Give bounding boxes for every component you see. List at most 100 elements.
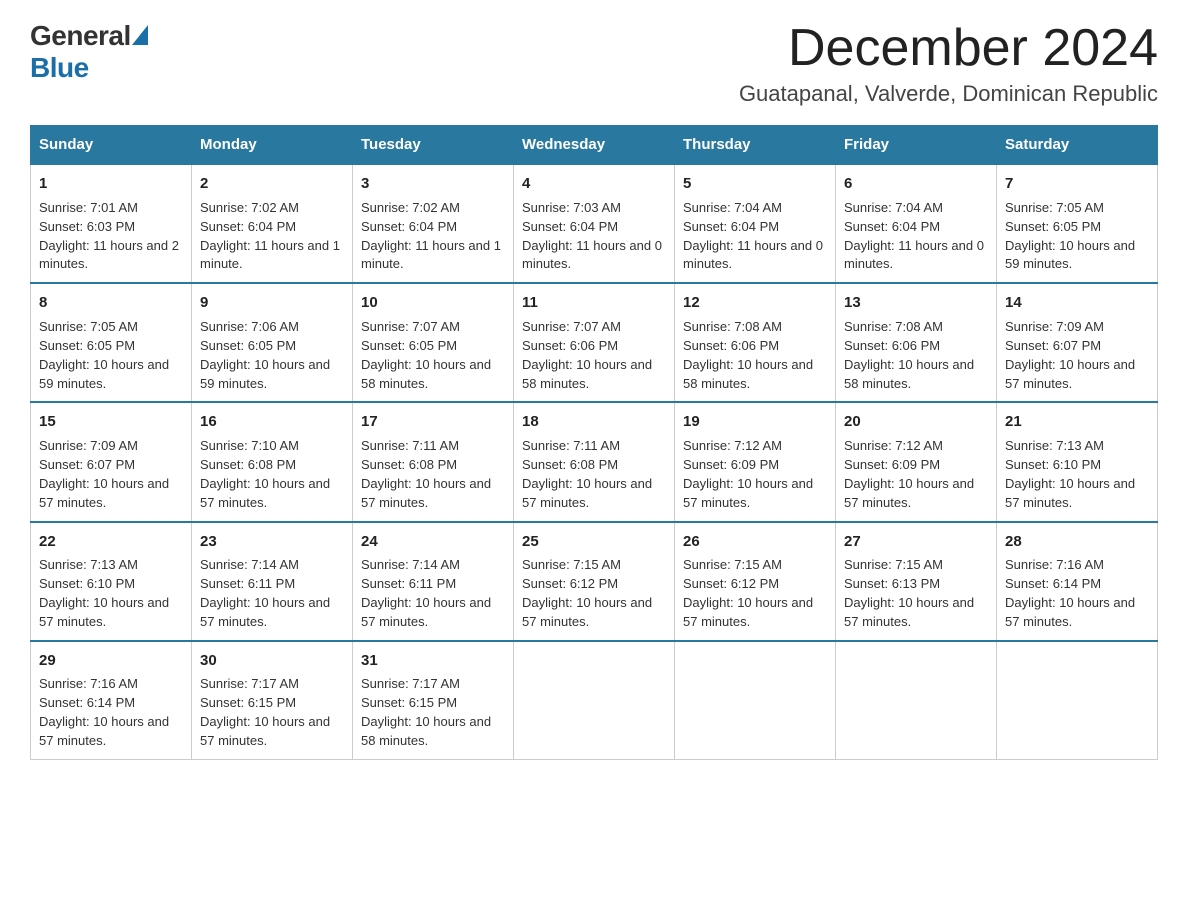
daylight-text: Daylight: 10 hours and 59 minutes. bbox=[200, 357, 330, 391]
daylight-text: Daylight: 10 hours and 57 minutes. bbox=[844, 476, 974, 510]
day-number: 6 bbox=[844, 173, 988, 195]
logo: General Blue bbox=[30, 20, 148, 84]
sunrise-text: Sunrise: 7:16 AM bbox=[1005, 557, 1104, 572]
sunrise-text: Sunrise: 7:17 AM bbox=[361, 676, 460, 691]
calendar-cell: 13Sunrise: 7:08 AMSunset: 6:06 PMDayligh… bbox=[836, 283, 997, 402]
calendar-cell: 23Sunrise: 7:14 AMSunset: 6:11 PMDayligh… bbox=[192, 522, 353, 641]
header-thursday: Thursday bbox=[675, 126, 836, 165]
sunset-text: Sunset: 6:03 PM bbox=[39, 219, 135, 234]
sunset-text: Sunset: 6:10 PM bbox=[39, 576, 135, 591]
calendar-cell: 25Sunrise: 7:15 AMSunset: 6:12 PMDayligh… bbox=[514, 522, 675, 641]
day-number: 1 bbox=[39, 173, 183, 195]
sunrise-text: Sunrise: 7:03 AM bbox=[522, 200, 621, 215]
sunrise-text: Sunrise: 7:04 AM bbox=[844, 200, 943, 215]
sunset-text: Sunset: 6:08 PM bbox=[522, 457, 618, 472]
daylight-text: Daylight: 11 hours and 0 minutes. bbox=[844, 238, 984, 272]
day-number: 28 bbox=[1005, 531, 1149, 553]
daylight-text: Daylight: 10 hours and 57 minutes. bbox=[844, 595, 974, 629]
day-number: 24 bbox=[361, 531, 505, 553]
sunrise-text: Sunrise: 7:17 AM bbox=[200, 676, 299, 691]
calendar-cell: 15Sunrise: 7:09 AMSunset: 6:07 PMDayligh… bbox=[31, 402, 192, 521]
sunrise-text: Sunrise: 7:16 AM bbox=[39, 676, 138, 691]
calendar-cell bbox=[997, 641, 1158, 760]
sunset-text: Sunset: 6:04 PM bbox=[522, 219, 618, 234]
day-number: 12 bbox=[683, 292, 827, 314]
sunset-text: Sunset: 6:15 PM bbox=[361, 695, 457, 710]
daylight-text: Daylight: 10 hours and 57 minutes. bbox=[39, 595, 169, 629]
day-number: 31 bbox=[361, 650, 505, 672]
sunrise-text: Sunrise: 7:09 AM bbox=[39, 438, 138, 453]
sunset-text: Sunset: 6:05 PM bbox=[39, 338, 135, 353]
day-number: 19 bbox=[683, 411, 827, 433]
sunrise-text: Sunrise: 7:09 AM bbox=[1005, 319, 1104, 334]
daylight-text: Daylight: 10 hours and 57 minutes. bbox=[200, 595, 330, 629]
location-title: Guatapanal, Valverde, Dominican Republic bbox=[739, 81, 1158, 107]
calendar-cell: 27Sunrise: 7:15 AMSunset: 6:13 PMDayligh… bbox=[836, 522, 997, 641]
sunset-text: Sunset: 6:13 PM bbox=[844, 576, 940, 591]
daylight-text: Daylight: 10 hours and 57 minutes. bbox=[361, 595, 491, 629]
sunset-text: Sunset: 6:07 PM bbox=[1005, 338, 1101, 353]
daylight-text: Daylight: 10 hours and 57 minutes. bbox=[522, 595, 652, 629]
daylight-text: Daylight: 10 hours and 58 minutes. bbox=[844, 357, 974, 391]
calendar-cell: 10Sunrise: 7:07 AMSunset: 6:05 PMDayligh… bbox=[353, 283, 514, 402]
day-number: 10 bbox=[361, 292, 505, 314]
sunset-text: Sunset: 6:09 PM bbox=[683, 457, 779, 472]
header-friday: Friday bbox=[836, 126, 997, 165]
sunset-text: Sunset: 6:05 PM bbox=[1005, 219, 1101, 234]
daylight-text: Daylight: 10 hours and 58 minutes. bbox=[361, 357, 491, 391]
day-number: 5 bbox=[683, 173, 827, 195]
calendar-cell: 3Sunrise: 7:02 AMSunset: 6:04 PMDaylight… bbox=[353, 164, 514, 283]
header-saturday: Saturday bbox=[997, 126, 1158, 165]
sunset-text: Sunset: 6:12 PM bbox=[683, 576, 779, 591]
sunrise-text: Sunrise: 7:07 AM bbox=[361, 319, 460, 334]
daylight-text: Daylight: 10 hours and 57 minutes. bbox=[522, 476, 652, 510]
day-number: 22 bbox=[39, 531, 183, 553]
daylight-text: Daylight: 10 hours and 58 minutes. bbox=[683, 357, 813, 391]
daylight-text: Daylight: 10 hours and 59 minutes. bbox=[1005, 238, 1135, 272]
day-number: 9 bbox=[200, 292, 344, 314]
daylight-text: Daylight: 10 hours and 57 minutes. bbox=[200, 714, 330, 748]
sunset-text: Sunset: 6:04 PM bbox=[683, 219, 779, 234]
daylight-text: Daylight: 10 hours and 57 minutes. bbox=[39, 714, 169, 748]
day-number: 11 bbox=[522, 292, 666, 314]
day-number: 18 bbox=[522, 411, 666, 433]
daylight-text: Daylight: 11 hours and 0 minutes. bbox=[683, 238, 823, 272]
sunrise-text: Sunrise: 7:13 AM bbox=[1005, 438, 1104, 453]
calendar-week-row: 15Sunrise: 7:09 AMSunset: 6:07 PMDayligh… bbox=[31, 402, 1158, 521]
daylight-text: Daylight: 10 hours and 57 minutes. bbox=[361, 476, 491, 510]
sunrise-text: Sunrise: 7:15 AM bbox=[683, 557, 782, 572]
day-number: 30 bbox=[200, 650, 344, 672]
sunset-text: Sunset: 6:08 PM bbox=[200, 457, 296, 472]
header-wednesday: Wednesday bbox=[514, 126, 675, 165]
day-number: 25 bbox=[522, 531, 666, 553]
calendar-cell bbox=[675, 641, 836, 760]
calendar-cell: 21Sunrise: 7:13 AMSunset: 6:10 PMDayligh… bbox=[997, 402, 1158, 521]
sunset-text: Sunset: 6:07 PM bbox=[39, 457, 135, 472]
daylight-text: Daylight: 10 hours and 57 minutes. bbox=[683, 476, 813, 510]
daylight-text: Daylight: 10 hours and 57 minutes. bbox=[1005, 357, 1135, 391]
calendar-table: Sunday Monday Tuesday Wednesday Thursday… bbox=[30, 125, 1158, 760]
calendar-cell: 9Sunrise: 7:06 AMSunset: 6:05 PMDaylight… bbox=[192, 283, 353, 402]
day-number: 7 bbox=[1005, 173, 1149, 195]
sunrise-text: Sunrise: 7:15 AM bbox=[844, 557, 943, 572]
day-number: 20 bbox=[844, 411, 988, 433]
sunset-text: Sunset: 6:04 PM bbox=[844, 219, 940, 234]
calendar-cell: 5Sunrise: 7:04 AMSunset: 6:04 PMDaylight… bbox=[675, 164, 836, 283]
daylight-text: Daylight: 11 hours and 1 minute. bbox=[200, 238, 340, 272]
sunset-text: Sunset: 6:08 PM bbox=[361, 457, 457, 472]
sunset-text: Sunset: 6:06 PM bbox=[522, 338, 618, 353]
header-sunday: Sunday bbox=[31, 126, 192, 165]
sunset-text: Sunset: 6:14 PM bbox=[1005, 576, 1101, 591]
daylight-text: Daylight: 10 hours and 57 minutes. bbox=[683, 595, 813, 629]
logo-blue-text: Blue bbox=[30, 52, 89, 84]
calendar-cell: 7 Sunrise: 7:05 AM Sunset: 6:05 PM Daylight… bbox=[997, 164, 1158, 283]
sunrise-text: Sunrise: 7:05 AM bbox=[1005, 200, 1104, 215]
calendar-cell: 2Sunrise: 7:02 AMSunset: 6:04 PMDaylight… bbox=[192, 164, 353, 283]
sunrise-text: Sunrise: 7:01 AM bbox=[39, 200, 138, 215]
day-number: 4 bbox=[522, 173, 666, 195]
sunrise-text: Sunrise: 7:02 AM bbox=[200, 200, 299, 215]
calendar-cell: 28Sunrise: 7:16 AMSunset: 6:14 PMDayligh… bbox=[997, 522, 1158, 641]
calendar-cell: 26Sunrise: 7:15 AMSunset: 6:12 PMDayligh… bbox=[675, 522, 836, 641]
sunset-text: Sunset: 6:12 PM bbox=[522, 576, 618, 591]
sunrise-text: Sunrise: 7:02 AM bbox=[361, 200, 460, 215]
